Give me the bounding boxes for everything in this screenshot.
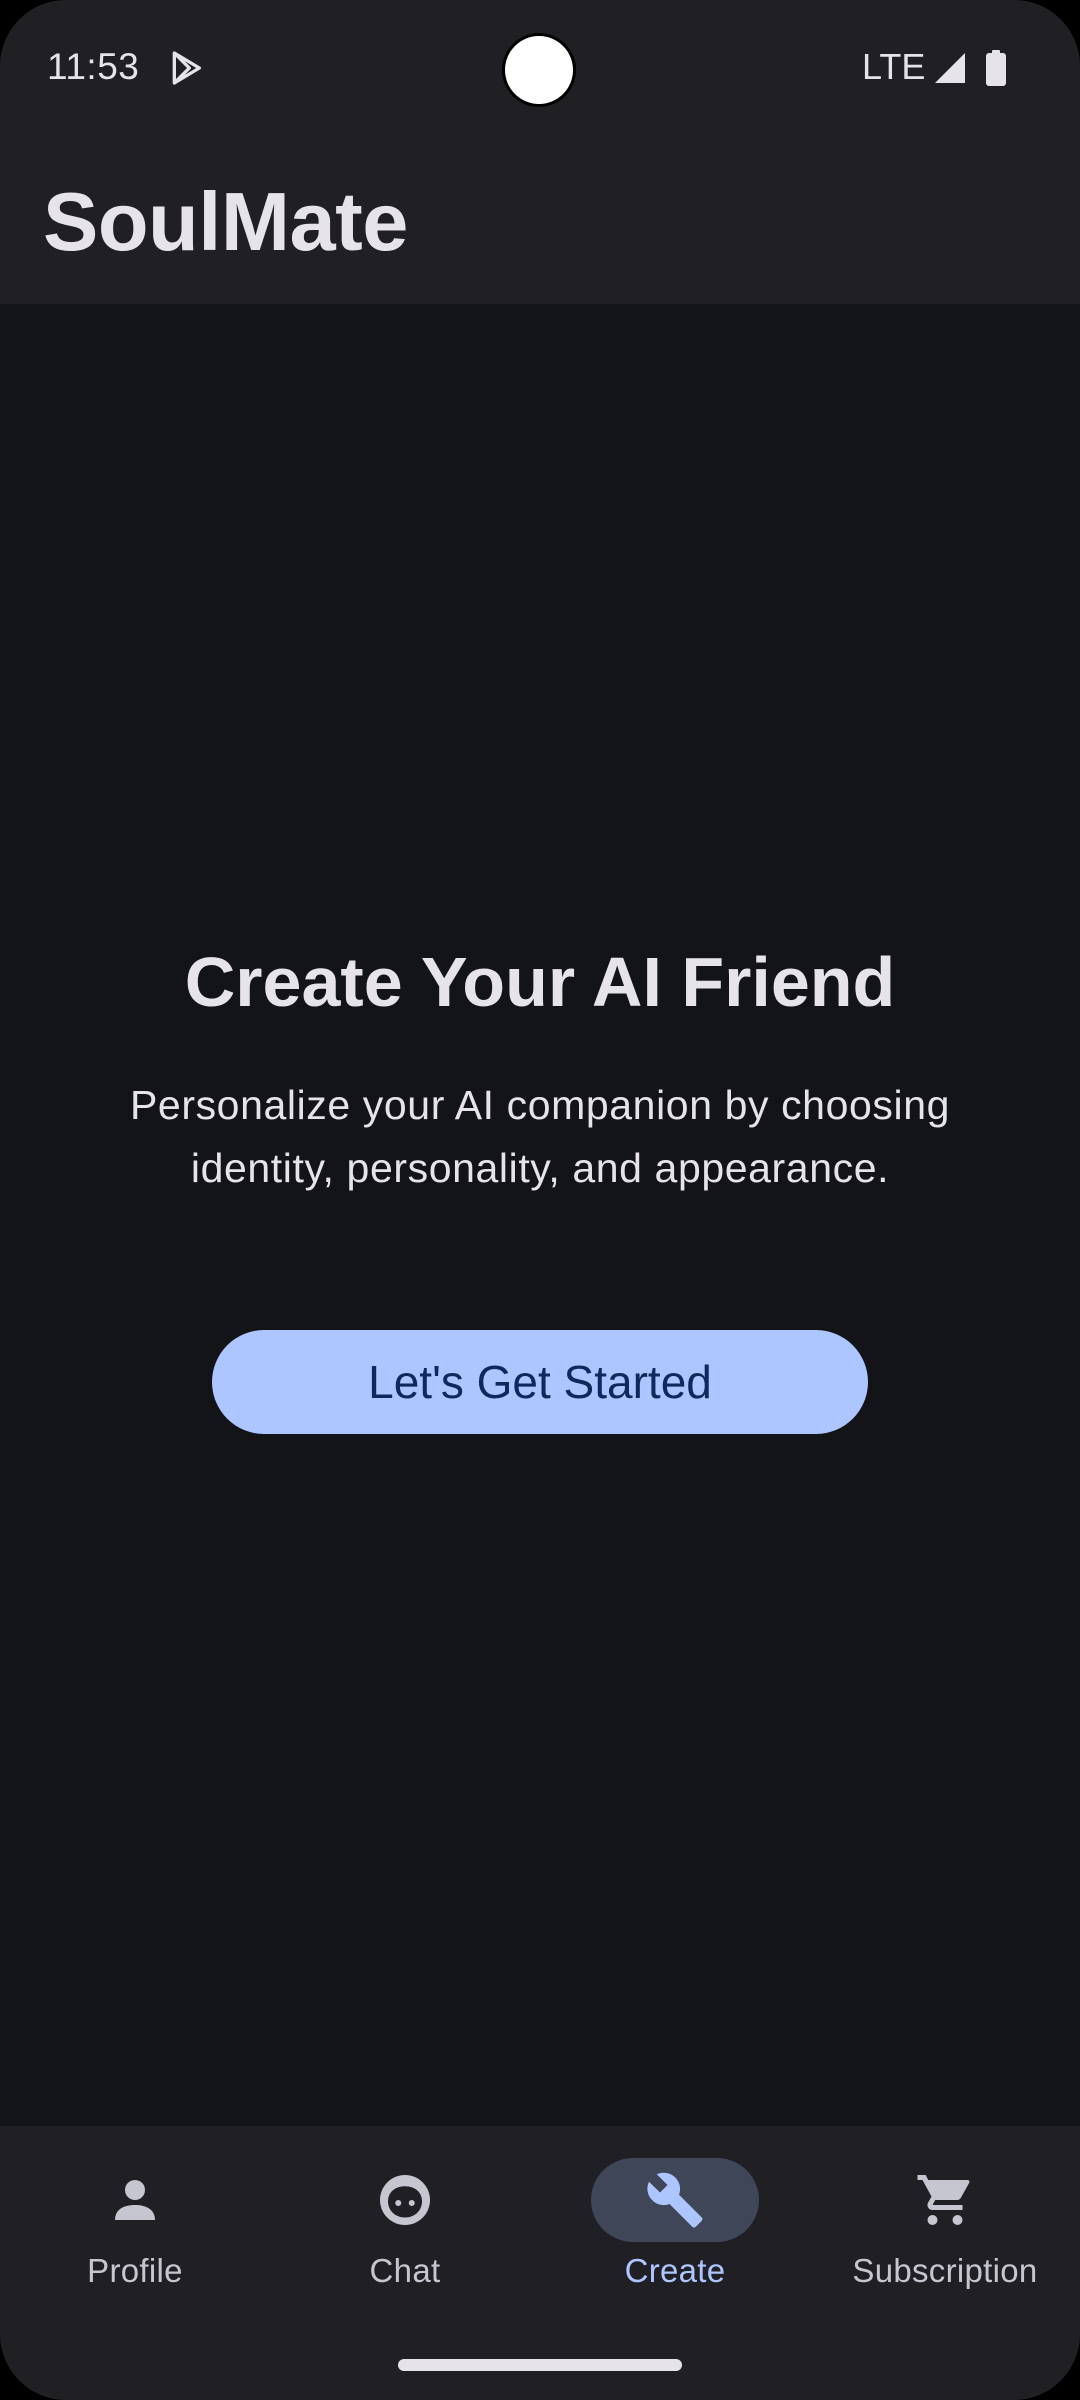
nav-item-chat[interactable]: Chat: [270, 2126, 540, 2346]
cart-icon: [917, 2175, 970, 2225]
nav-label-create: Create: [624, 2252, 726, 2289]
nav-item-profile[interactable]: Profile: [0, 2126, 270, 2346]
play-store-icon: [172, 51, 201, 85]
person-icon: [115, 2180, 155, 2220]
signal-icon: [935, 53, 965, 83]
nav-item-create[interactable]: Create: [540, 2126, 810, 2346]
battery-icon: [986, 50, 1006, 86]
home-indicator[interactable]: [398, 2359, 682, 2371]
hero-description: Personalize your AI companion by choosin…: [129, 1082, 950, 1191]
wrench-icon: [647, 2172, 703, 2228]
network-type: LTE: [862, 46, 926, 87]
nav-item-subscription[interactable]: Subscription: [810, 2126, 1080, 2346]
face-icon: [380, 2175, 430, 2225]
hero-title: Create Your AI Friend: [184, 943, 896, 1021]
status-bar: 11:53 LTE: [0, 0, 1080, 138]
create-content: Create Your AI Friend Personalize your A…: [0, 304, 1080, 2126]
nav-label-subscription: Subscription: [852, 2252, 1038, 2289]
app-title: SoulMate: [43, 175, 408, 268]
status-time: 11:53: [47, 46, 140, 87]
screen: 11:53 LTE SoulMate Create Your AI Friend…: [0, 0, 1080, 2400]
top-app-bar: SoulMate: [0, 138, 1080, 304]
nav-label-profile: Profile: [87, 2252, 183, 2289]
get-started-button[interactable]: Let's Get Started: [212, 1330, 868, 1434]
nav-label-chat: Chat: [369, 2252, 441, 2289]
camera-cutout: [505, 36, 573, 104]
